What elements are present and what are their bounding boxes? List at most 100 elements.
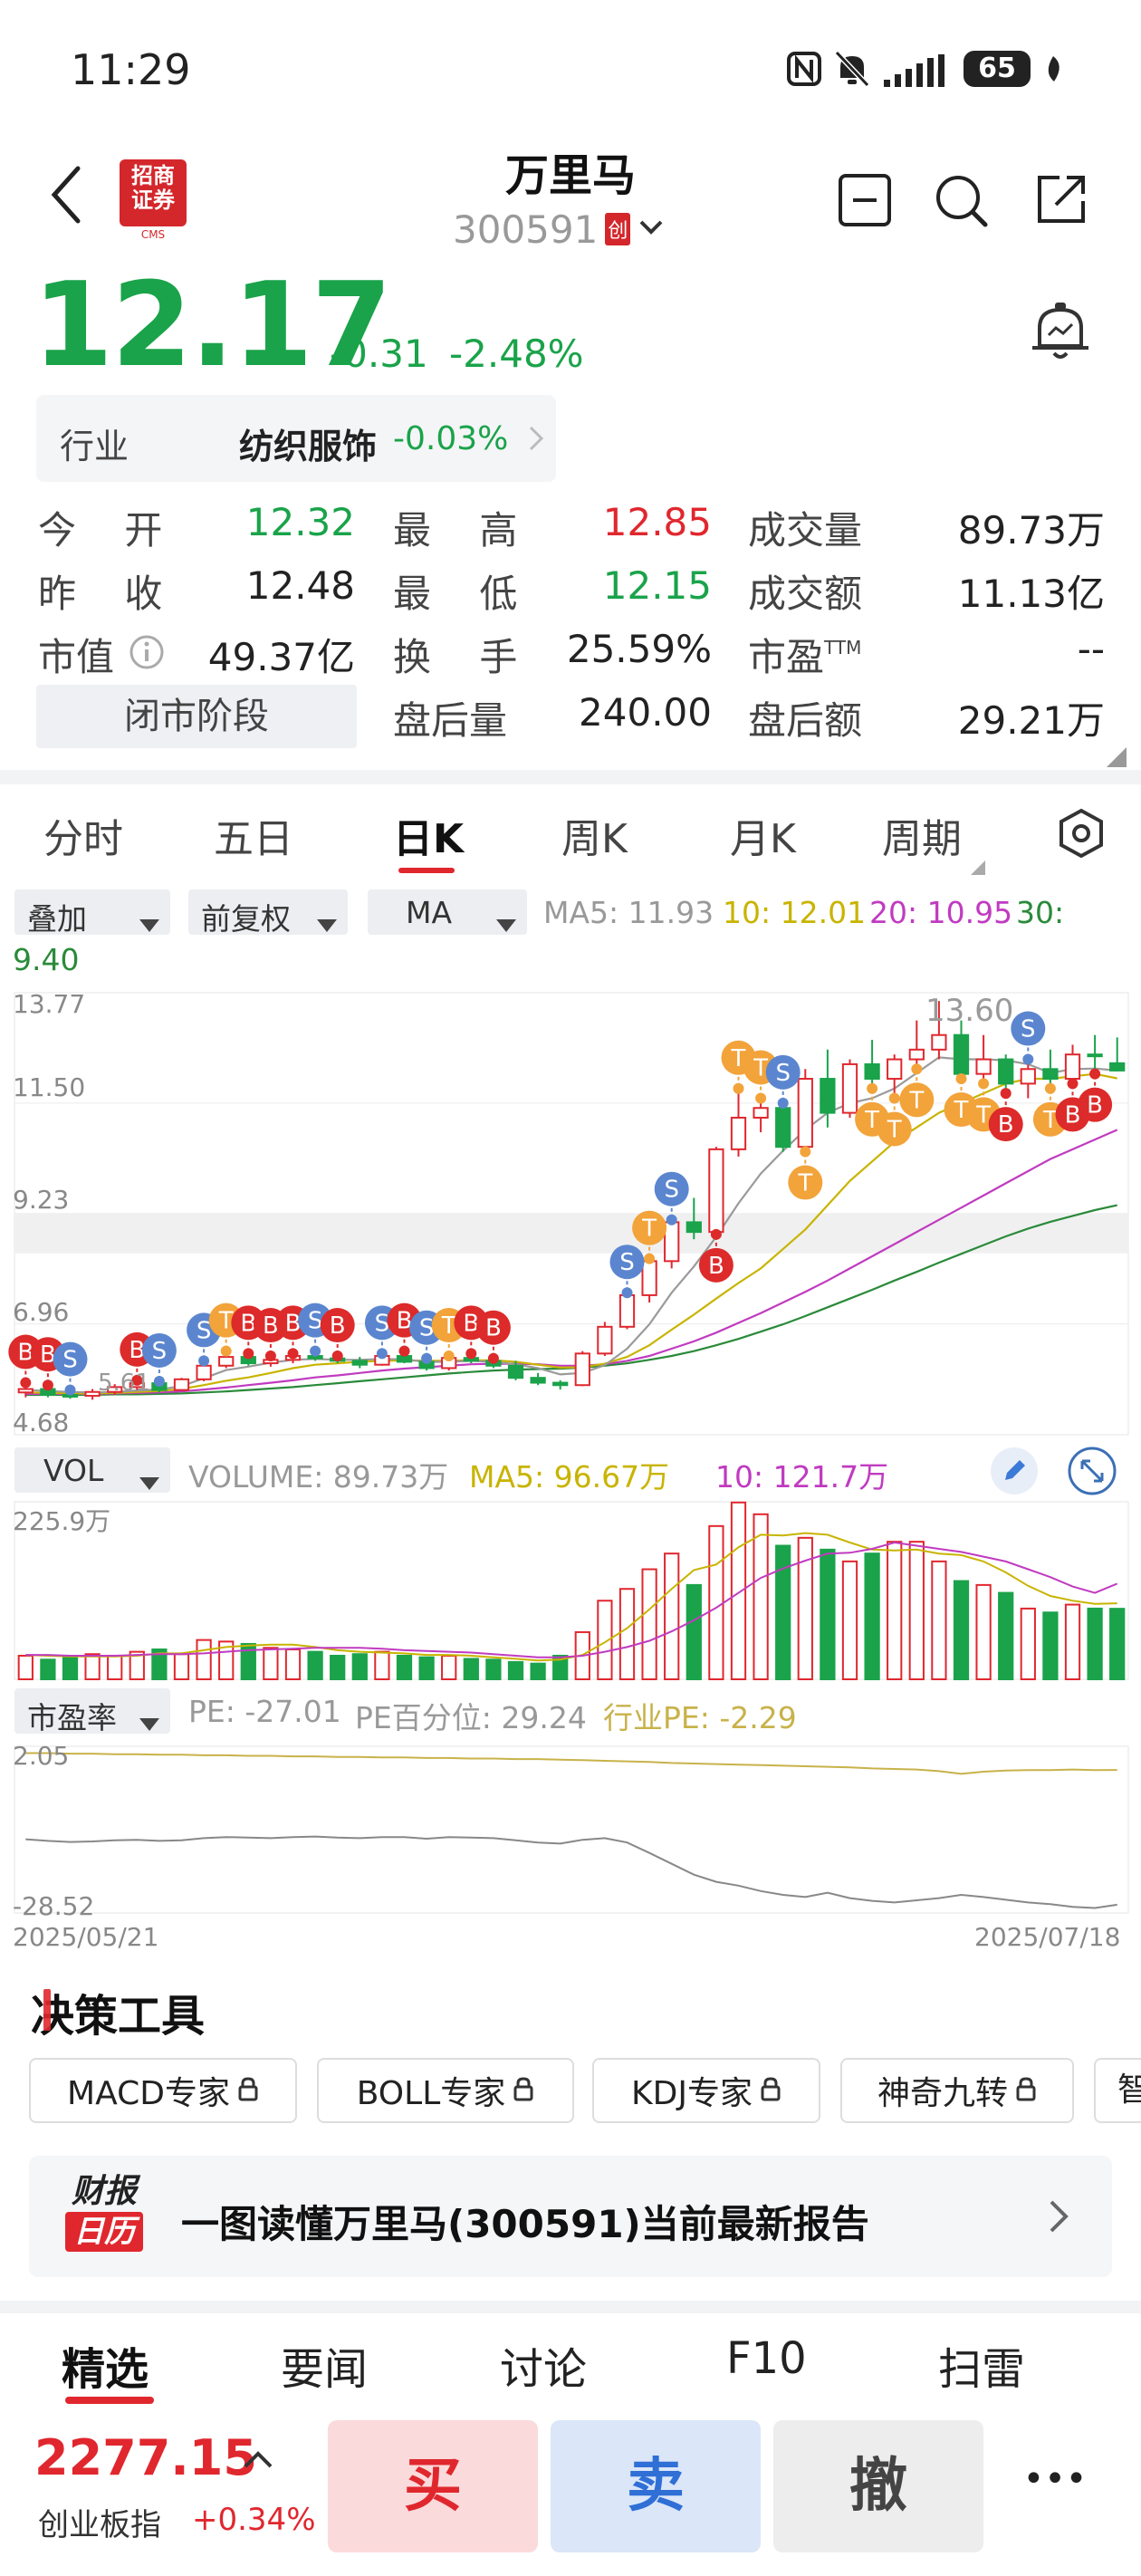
signal-dot	[243, 1348, 254, 1360]
tab-daily-k[interactable]: 日K	[393, 806, 464, 864]
tool-chip-label: 神奇九转	[877, 2075, 1008, 2112]
max-price-label: 13.60	[925, 993, 1014, 1029]
buy-label: 买	[404, 2453, 462, 2520]
volume-bar	[374, 1650, 390, 1681]
search-icon[interactable]	[933, 172, 991, 234]
tab-discussion[interactable]: 讨论	[500, 2333, 587, 2397]
pe-axis-bottom: -28.52	[13, 1891, 95, 1921]
lock-icon	[760, 2072, 781, 2110]
signal-letter: T	[731, 1045, 746, 1072]
industry-chip[interactable]: 行业 纺织服饰 -0.03%	[36, 395, 556, 482]
candle-body	[196, 1364, 212, 1380]
stock-detail-screen: 11:29 65 招商 证券 CMS 万里马 300591 创 12.17 -0…	[0, 0, 1141, 2576]
signal-dot	[20, 1377, 32, 1389]
stat-after-volume-label: 盘后量	[393, 698, 508, 743]
stat-volume-label: 成交量	[748, 508, 863, 553]
signal-dot	[331, 1350, 343, 1362]
sell-button[interactable]: 卖	[551, 2420, 761, 2552]
signal-letter: T	[218, 1308, 234, 1335]
edit-pencil-icon[interactable]	[989, 1446, 1040, 1504]
tool-chip-td9[interactable]: 神奇九转	[840, 2058, 1074, 2123]
overlay-dropdown[interactable]: 叠加	[14, 889, 170, 937]
ma-dropdown[interactable]: MA	[368, 889, 527, 935]
chevron-down-icon	[638, 218, 665, 240]
back-icon[interactable]	[47, 163, 83, 230]
date-start: 2025/05/21	[13, 1922, 159, 1952]
tab-weekly-k[interactable]: 周K	[561, 806, 628, 864]
signal-dot	[443, 1350, 455, 1362]
candlestick-chart[interactable]: B B S B SS T B B B S B S B S T B BSTSBT T STT TT T T BST B B	[0, 987, 1141, 1440]
tab-period[interactable]: 周期	[882, 806, 962, 864]
tab-news[interactable]: 要闻	[281, 2333, 368, 2397]
stock-name: 万里马	[504, 150, 636, 201]
pe-dropdown[interactable]: 市盈率	[14, 1688, 170, 1735]
pe-percentile: PE百分位: 29.24	[355, 1700, 587, 1735]
fullscreen-icon[interactable]	[1067, 1446, 1117, 1504]
cancel-order-button[interactable]: 撤	[773, 2420, 983, 2552]
alert-bell-icon[interactable]	[1029, 299, 1092, 370]
stat-low-label: 最 低	[393, 572, 518, 616]
tab-intraday[interactable]: 分时	[43, 806, 123, 864]
tool-chips: MACD专家 BOLL专家 KDJ专家 神奇九转 智	[0, 2058, 1141, 2127]
pe-value: PE: -27.01	[188, 1694, 341, 1729]
vol-dropdown[interactable]: VOL	[14, 1447, 170, 1493]
info-icon[interactable]	[129, 634, 165, 679]
signal-dot	[1089, 1068, 1101, 1080]
signal-dot	[310, 1345, 321, 1357]
buy-button[interactable]: 买	[328, 2420, 538, 2552]
candle-body	[998, 1058, 1014, 1085]
signal-letter: T	[975, 1101, 991, 1129]
tab-five-day[interactable]: 五日	[214, 806, 293, 864]
signal-letter: S	[375, 1310, 390, 1337]
stock-code-row[interactable]: 300591 创	[453, 207, 688, 252]
signal-dot	[198, 1355, 210, 1367]
candle-body	[1087, 1053, 1103, 1058]
stat-low-value: 12.15	[602, 563, 712, 608]
signal-dot	[153, 1375, 165, 1387]
tab-featured[interactable]: 精选	[62, 2333, 149, 2397]
market-phase-button[interactable]: 闭市阶段	[36, 685, 357, 748]
min-price-label: 5.61	[98, 1370, 150, 1397]
more-button[interactable]: •••	[1005, 2458, 1105, 2513]
signal-dot	[710, 1228, 722, 1240]
tab-risk-scan[interactable]: 扫雷	[938, 2333, 1025, 2397]
signal-dot	[64, 1384, 76, 1396]
signal-letter: T	[641, 1216, 657, 1243]
dropdown-triangle-icon	[496, 906, 516, 941]
tool-chip-boll[interactable]: BOLL专家	[317, 2058, 574, 2123]
minus-box-icon[interactable]	[837, 172, 893, 232]
volume-value: VOLUME: 89.73万	[188, 1459, 449, 1495]
pe-chart[interactable]	[0, 1739, 1141, 1920]
candle-body	[753, 1107, 769, 1119]
chart-settings-icon[interactable]	[1058, 808, 1105, 869]
share-icon[interactable]	[1032, 170, 1090, 232]
index-ticker[interactable]: 2277.15 创业板指 +0.34%	[34, 2429, 324, 2543]
signal-letter: S	[619, 1249, 635, 1276]
tool-chip-kdj[interactable]: KDJ专家	[592, 2058, 820, 2123]
volume-bar	[284, 1648, 302, 1681]
tab-monthly-k[interactable]: 月K	[730, 806, 796, 864]
candle-body	[730, 1116, 747, 1150]
decision-tools-text: 决策工具	[31, 1991, 206, 2042]
signal-icon	[884, 54, 953, 91]
stat-market-cap-value: 49.37亿	[207, 635, 355, 679]
stat-amount-label: 成交额	[748, 572, 863, 616]
industry-name: 纺织服饰	[239, 427, 378, 466]
volume-bar	[730, 1501, 747, 1680]
tool-chip-more[interactable]: 智	[1094, 2058, 1141, 2123]
tool-chip-macd[interactable]: MACD专家	[29, 2058, 297, 2123]
price-axis-3: 9.23	[13, 1185, 70, 1215]
adjust-dropdown[interactable]: 前复权	[188, 889, 348, 937]
header: 招商 证券 CMS 万里马 300591 创	[0, 136, 1141, 263]
candle-body	[686, 1221, 702, 1234]
tab-f10[interactable]: F10	[726, 2333, 807, 2384]
report-banner[interactable]: 财报 日历 一图读懂万里马(300591)当前最新报告	[29, 2156, 1112, 2277]
candle-body	[953, 1033, 970, 1075]
chevron-right-icon	[529, 426, 544, 455]
signal-dot	[777, 1097, 789, 1109]
candle-body	[708, 1148, 724, 1234]
signal-letter: S	[419, 1315, 435, 1342]
dropdown-triangle-icon	[139, 906, 159, 941]
ma30-value: 9.40	[13, 942, 80, 977]
volume-chart[interactable]	[0, 1498, 1141, 1685]
